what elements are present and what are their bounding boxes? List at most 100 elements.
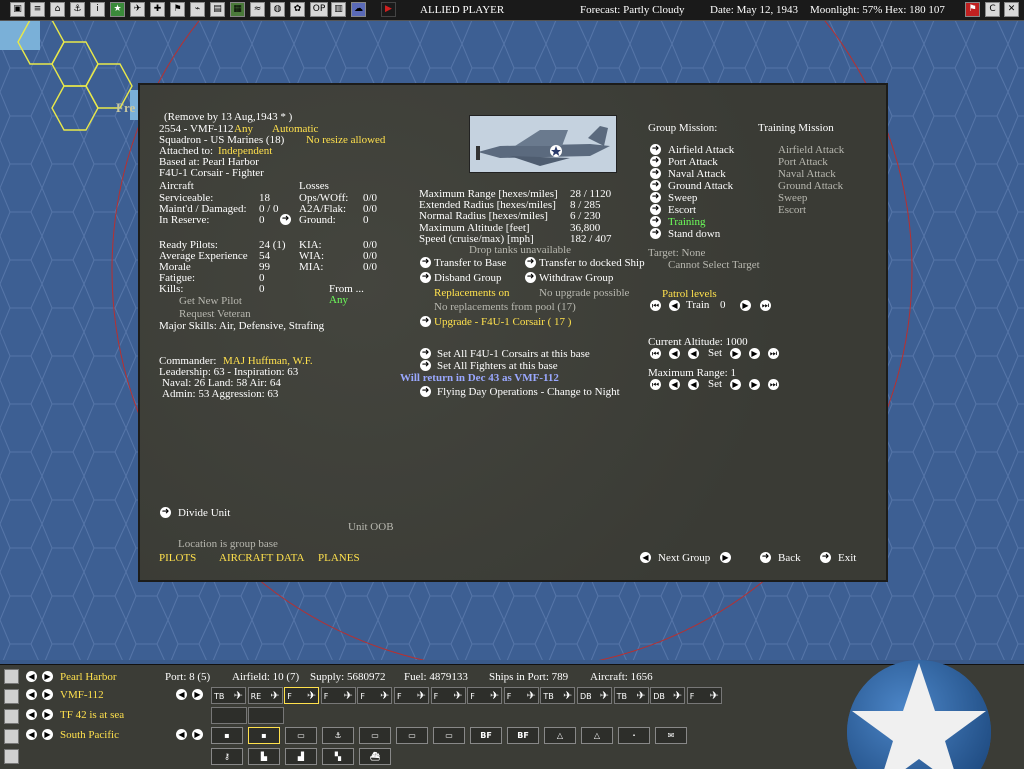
terrain-icon[interactable]: ▦ — [230, 2, 245, 17]
group-mission-item[interactable]: Sweep — [668, 192, 697, 204]
cmd-key-button[interactable]: ⚷ — [211, 748, 243, 765]
cmd-bf-button[interactable]: BF — [470, 727, 502, 744]
c-button[interactable]: C — [985, 2, 1000, 17]
aircraft-slot[interactable]: F ✈ — [686, 687, 722, 704]
train-first-icon[interactable]: ⏮ — [650, 300, 661, 311]
reserve-arrow-icon[interactable]: ➜ — [280, 214, 291, 225]
range-last-icon[interactable]: ⏭ — [768, 379, 779, 390]
group-mission-item[interactable]: Ground Attack — [668, 180, 733, 192]
op-button[interactable]: OP — [310, 2, 328, 17]
aircraft-slot[interactable]: TB ✈ — [540, 687, 576, 704]
alt-first-icon[interactable]: ⏮ — [650, 348, 661, 359]
base-prev-icon[interactable]: ◀ — [26, 671, 37, 682]
cmd-triangle2-button[interactable]: △ — [581, 727, 613, 744]
next-group-button[interactable]: Next Group — [658, 552, 710, 564]
training-mission-item[interactable]: Naval Attack — [778, 168, 836, 180]
palette-icon[interactable]: ✿ — [290, 2, 305, 17]
range-prev2-icon[interactable]: ◀ — [669, 379, 680, 390]
airplane-icon[interactable] — [4, 689, 19, 704]
transfer-ship-button[interactable]: Transfer to docked Ship — [539, 257, 645, 269]
exit-arrow-icon[interactable]: ➜ — [820, 552, 831, 563]
withdraw-button[interactable]: Withdraw Group — [539, 272, 613, 284]
group-mission-item[interactable]: Training — [668, 216, 706, 228]
info-icon[interactable]: i — [90, 2, 105, 17]
aircraft-slot[interactable]: F ✈ — [503, 687, 539, 704]
cmd-xx-button[interactable]: ▭ — [396, 727, 428, 744]
screen-icon[interactable]: ▣ — [10, 2, 25, 17]
aircraft-slot[interactable]: F ✈ — [320, 687, 356, 704]
group-mission-arrow-icon[interactable]: ➜ — [650, 180, 661, 191]
group-mission-arrow-icon[interactable]: ➜ — [650, 204, 661, 215]
cmd-building-button[interactable]: ▙ — [248, 748, 280, 765]
tf-name[interactable]: TF 42 is at sea — [60, 709, 124, 721]
group-mission-arrow-icon[interactable]: ➜ — [650, 144, 661, 155]
slot-prev-icon[interactable]: ◀ — [176, 689, 187, 700]
region-prev-icon[interactable]: ◀ — [26, 729, 37, 740]
range-next2-icon[interactable]: ▶ — [749, 379, 760, 390]
star-icon[interactable]: ★ — [110, 2, 125, 17]
cmd-envelope-button[interactable]: ✉ — [655, 727, 687, 744]
group-mission-arrow-icon[interactable]: ➜ — [650, 156, 661, 167]
group-mission-arrow-icon[interactable]: ➜ — [650, 228, 661, 239]
tf-next-icon[interactable]: ▶ — [42, 709, 53, 720]
aircraft-slot[interactable]: RE ✈ — [247, 687, 283, 704]
pilots-link[interactable]: PILOTS — [159, 552, 196, 564]
group-mission-item[interactable]: Airfield Attack — [668, 144, 734, 156]
train-last-icon[interactable]: ⏭ — [760, 300, 771, 311]
range-next-icon[interactable]: ▶ — [730, 379, 741, 390]
play-icon[interactable]: ▶ — [381, 2, 396, 17]
set-corsairs-arrow-icon[interactable]: ➜ — [420, 348, 431, 359]
cmd-city-button[interactable]: ▚ — [322, 748, 354, 765]
aircraft-slot[interactable]: F ✈ — [357, 687, 393, 704]
prev-group-icon[interactable]: ◀ — [640, 552, 651, 563]
base-icon[interactable]: ⌂ — [50, 2, 65, 17]
group-mission-item[interactable]: Naval Attack — [668, 168, 726, 180]
tf-ship-slot-2[interactable] — [248, 707, 284, 724]
replacements-toggle[interactable]: Replacements on — [434, 287, 509, 299]
range-prev-icon[interactable]: ◀ — [688, 379, 699, 390]
flag-icon[interactable]: ⚑ — [170, 2, 185, 17]
alt-next2-icon[interactable]: ▶ — [749, 348, 760, 359]
group-mission-arrow-icon[interactable]: ➜ — [650, 168, 661, 179]
group-mission-arrow-icon[interactable]: ➜ — [650, 216, 661, 227]
cmd-bf2-button[interactable]: BF — [507, 727, 539, 744]
planes-link[interactable]: PLANES — [318, 552, 360, 564]
divide-unit-button[interactable]: Divide Unit — [178, 507, 230, 519]
aircraft-slot[interactable]: F ✈ — [284, 687, 320, 704]
airplane-icon[interactable]: ✈ — [130, 2, 145, 17]
report-icon[interactable]: ▥ — [331, 2, 346, 17]
unit-oob-button[interactable]: Unit OOB — [348, 521, 394, 533]
train-prev-icon[interactable]: ◀ — [669, 300, 680, 311]
factory-icon[interactable] — [4, 749, 19, 764]
cmd-ship-button[interactable]: ⛴ — [359, 748, 391, 765]
globe-icon[interactable]: ◍ — [270, 2, 285, 17]
flag-red-icon[interactable]: ⚑ — [965, 2, 980, 17]
cmd-triangle-button[interactable]: △ — [544, 727, 576, 744]
training-mission-item[interactable]: Escort — [778, 204, 806, 216]
cmd-prev-icon[interactable]: ◀ — [176, 729, 187, 740]
transfer-base-button[interactable]: Transfer to Base — [434, 257, 506, 269]
back-button[interactable]: Back — [778, 552, 801, 564]
flag-icon[interactable] — [4, 729, 19, 744]
aircraft-slot[interactable]: TB ✈ — [211, 687, 246, 704]
upgrade-button[interactable]: Upgrade - F4U-1 Corsair ( 17 ) — [434, 316, 571, 328]
region-next-icon[interactable]: ▶ — [42, 729, 53, 740]
aircraft-slot[interactable]: DB ✈ — [577, 687, 612, 704]
close-icon[interactable]: ✕ — [1004, 2, 1019, 17]
tf-prev-icon[interactable]: ◀ — [26, 709, 37, 720]
flying-ops-arrow-icon[interactable]: ➜ — [420, 386, 431, 397]
cloud-icon[interactable]: ☁ — [351, 2, 366, 17]
training-mission-item[interactable]: Ground Attack — [778, 180, 843, 192]
plane-list-icon[interactable]: ⌁ — [190, 2, 205, 17]
request-veteran[interactable]: Request Veteran — [179, 308, 251, 320]
divide-arrow-icon[interactable]: ➜ — [160, 507, 171, 518]
cmd-anchor-button[interactable]: ⚓ — [322, 727, 354, 744]
alt-prev2-icon[interactable]: ◀ — [669, 348, 680, 359]
exit-button[interactable]: Exit — [838, 552, 856, 564]
unit-next-icon[interactable]: ▶ — [42, 689, 53, 700]
aircraft-slot[interactable]: DB ✈ — [650, 687, 686, 704]
aircraft-slot[interactable]: TB ✈ — [613, 687, 649, 704]
upgrade-arrow-icon[interactable]: ➜ — [420, 316, 431, 327]
cmd-next-icon[interactable]: ▶ — [192, 729, 203, 740]
aircraft-slot[interactable]: F ✈ — [394, 687, 429, 704]
